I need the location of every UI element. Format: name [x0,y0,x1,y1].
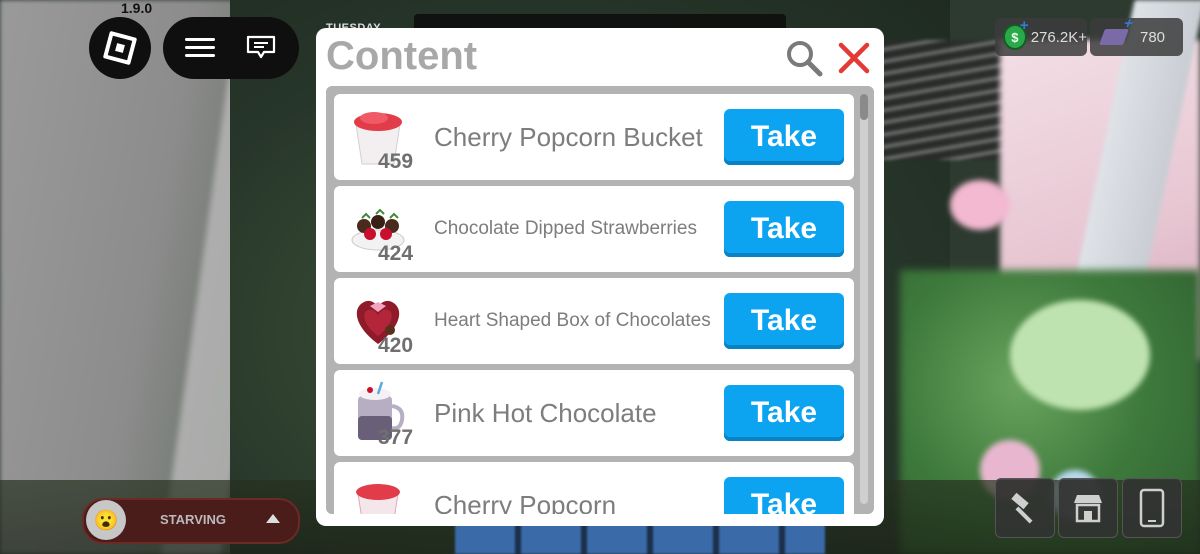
version-label: 1.9.0 [121,0,153,16]
close-icon[interactable] [836,40,872,76]
take-button[interactable]: Take [724,201,844,257]
content-list: 459 Cherry Popcorn Bucket Take 424 Choco… [334,94,856,514]
scrollbar[interactable] [860,94,868,504]
item-name: Pink Hot Chocolate [434,397,657,428]
store-icon [1074,495,1102,523]
roblox-logo-icon [102,30,138,66]
mood-label: STARVING [160,512,226,527]
list-item: 424 Chocolate Dipped Strawberries Take [334,186,854,272]
list-item: 420 Heart Shaped Box of Chocolates Take [334,278,854,364]
top-menu-pill [163,17,299,79]
money-coin-icon: $ + [1003,17,1029,50]
money-display[interactable]: $ + 276.2K+ [995,17,1087,56]
item-name: Cherry Popcorn [434,489,617,515]
item-name: Chocolate Dipped Strawberries [434,218,697,239]
search-icon[interactable] [784,38,824,78]
take-button[interactable]: Take [724,385,844,441]
build-tool-button[interactable] [995,478,1055,538]
bucks-amount: 780 [1140,28,1166,46]
item-quantity: 377 [378,426,414,449]
list-item: 459 Cherry Popcorn Bucket Take [334,94,854,180]
plus-icon: + [1019,17,1029,34]
hungry-face-icon: 😮 [86,500,126,540]
phone-button[interactable] [1122,478,1182,538]
expand-arrow-icon [266,514,280,523]
take-button[interactable]: Take [724,477,844,514]
item-name: Cherry Popcorn Bucket [434,121,703,152]
modal-title: Content [326,34,478,78]
content-list-frame[interactable]: 459 Cherry Popcorn Bucket Take 424 Choco… [326,86,874,514]
plus-icon: + [1121,15,1137,32]
scrollbar-thumb[interactable] [860,94,868,120]
item-quantity: 424 [378,242,414,265]
shop-button[interactable] [1058,478,1118,538]
bucks-icon: + [1099,15,1136,45]
list-item: Cherry Popcorn Take [334,462,854,514]
hamburger-menu-icon[interactable] [185,38,215,58]
content-modal: Content 459 Cherry Popcorn Bucket Take 4… [316,28,884,526]
roblox-menu-button[interactable] [89,17,151,79]
list-item: 377 Pink Hot Chocolate Take [334,370,854,456]
item-quantity: 420 [378,334,414,357]
balloon [1010,300,1150,410]
chat-icon[interactable] [246,35,276,59]
item-quantity: 459 [378,150,414,173]
mood-indicator[interactable]: 😮 STARVING [82,498,300,544]
take-button[interactable]: Take [724,293,844,349]
item-name: Heart Shaped Box of Chocolates [434,310,711,331]
cherry-popcorn-icon [356,484,400,514]
take-button[interactable]: Take [724,109,844,165]
money-amount: 276.2K+ [1030,28,1087,46]
balloon [950,180,1010,230]
phone-icon [1139,488,1165,528]
bucks-display[interactable]: + 780 [1090,15,1183,56]
hammer-icon [1011,492,1033,524]
